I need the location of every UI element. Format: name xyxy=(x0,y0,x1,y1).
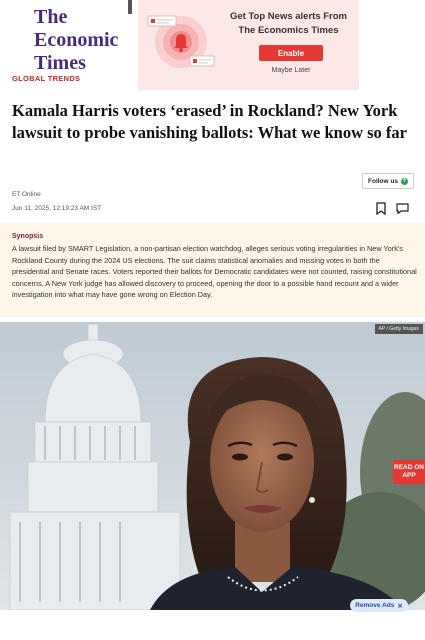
synopsis-box: Synopsis A lawsuit filed by SMART Legisl… xyxy=(0,223,425,317)
enable-alerts-button[interactable]: Enable xyxy=(259,45,323,61)
logo-line-3: Times xyxy=(34,52,86,74)
remove-ads-button[interactable]: Remove Ads ✕ xyxy=(350,599,408,612)
article-hero-image[interactable]: AP / Getty Images READ ON APP xyxy=(0,322,425,610)
follow-label: Follow us xyxy=(368,177,398,185)
comment-icon[interactable] xyxy=(396,203,409,214)
bottom-ad-slot xyxy=(0,612,425,640)
news-alert-prompt: Get Top News alerts From The Economics T… xyxy=(138,0,359,90)
logo-line-1: The xyxy=(34,6,68,28)
alert-title: Get Top News alerts From The Economics T… xyxy=(229,11,347,36)
plus-icon: + xyxy=(400,177,408,185)
site-logo[interactable]: The Economic Times xyxy=(34,6,118,75)
remove-ads-label: Remove Ads xyxy=(355,602,395,609)
photo-credit: AP / Getty Images xyxy=(374,324,423,334)
read-on-app-button[interactable]: READ ON APP xyxy=(393,460,425,484)
article-date: Jun 11, 2025, 12:19:23 AM IST xyxy=(12,205,102,212)
follow-us-button[interactable]: Follow us + xyxy=(362,173,414,189)
article-headline: Kamala Harris voters ‘erased’ in Rocklan… xyxy=(12,101,407,142)
logo-line-2: Economic xyxy=(34,29,119,51)
header-divider xyxy=(128,0,132,14)
hero-photo xyxy=(0,322,425,610)
maybe-later-link[interactable]: Maybe Later xyxy=(259,67,323,74)
synopsis-label: Synopsis xyxy=(12,233,44,240)
article-byline[interactable]: ET Online xyxy=(12,191,41,198)
synopsis-text: A lawsuit filed by SMART Legislation, a … xyxy=(12,244,417,300)
close-icon: ✕ xyxy=(397,602,403,610)
site-header: The Economic Times GLOBAL TRENDS Get Top… xyxy=(0,0,425,90)
section-label[interactable]: GLOBAL TRENDS xyxy=(12,74,80,83)
bookmark-icon[interactable] xyxy=(376,202,386,215)
bell-icon xyxy=(147,15,215,68)
